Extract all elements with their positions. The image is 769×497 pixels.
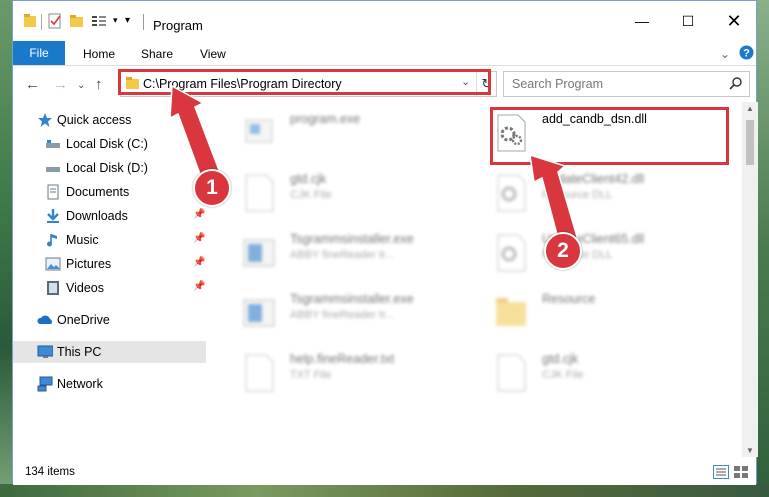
callout-badge-1: 1 <box>193 169 231 207</box>
annotation-arrows <box>169 84 579 247</box>
arrow-2 <box>529 153 579 247</box>
callout-badge-2: 2 <box>544 232 582 270</box>
